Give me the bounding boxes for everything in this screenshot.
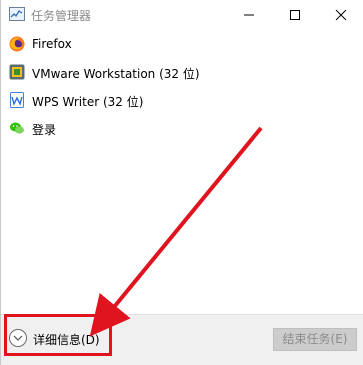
maximize-button[interactable] (272, 0, 318, 30)
wechat-icon (9, 120, 25, 136)
list-item-wechat-login[interactable]: 登录 (1, 114, 363, 142)
app-name: 登录 (32, 123, 57, 137)
list-item-vmware[interactable]: VMware Workstation (32 位) (1, 58, 363, 86)
details-label: 详细信息(D) (33, 333, 100, 347)
list-item-wps-writer[interactable]: WPS Writer (32 位) (1, 86, 363, 114)
close-button[interactable] (318, 0, 363, 30)
app-name: Firefox (32, 37, 72, 51)
window-title: 任务管理器 (31, 9, 92, 23)
footer-bar: 详细信息(D) 结束任务(E) (1, 314, 363, 365)
end-task-button[interactable]: 结束任务(E) (273, 328, 357, 351)
firefox-icon (9, 36, 25, 52)
minimize-icon (244, 14, 254, 16)
close-icon (335, 9, 347, 21)
wps-writer-icon (9, 92, 25, 108)
details-button[interactable]: 详细信息(D) (5, 321, 113, 355)
app-name: VMware Workstation (32 位) (32, 67, 200, 81)
vmware-icon (9, 64, 25, 80)
maximize-icon (290, 10, 300, 20)
task-manager-icon (9, 7, 25, 21)
app-name: WPS Writer (32 位) (32, 95, 144, 109)
list-item-firefox[interactable]: Firefox (1, 30, 363, 58)
chevron-down-icon (9, 329, 27, 347)
minimize-button[interactable] (226, 0, 272, 30)
task-manager-window: 任务管理器 Firefox VMware Workstation (32 位) … (0, 0, 363, 365)
title-bar[interactable]: 任务管理器 (1, 0, 363, 30)
